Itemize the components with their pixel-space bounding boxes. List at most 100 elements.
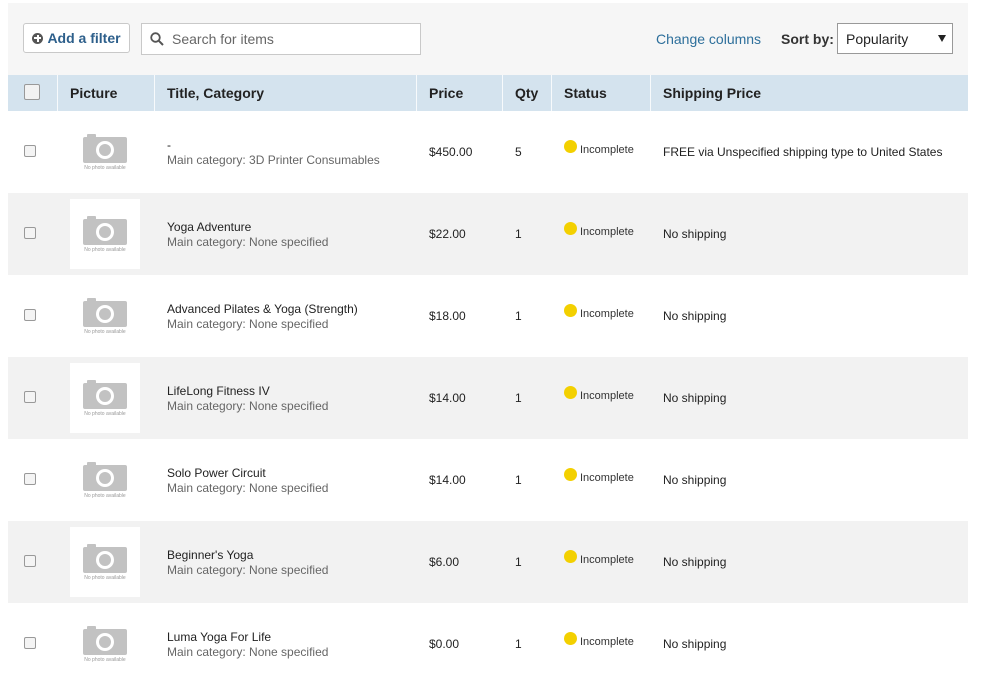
table-row[interactable]: No photo available Solo Power Circuit Ma… [8,439,968,521]
item-qty[interactable]: 1 [515,555,522,569]
camera-icon [83,216,127,245]
item-title[interactable]: Solo Power Circuit [167,466,328,481]
column-separator [57,75,58,111]
status-dot-icon [564,550,577,563]
item-title[interactable]: - [167,138,380,153]
status-text: Incomplete [580,471,634,484]
item-qty[interactable]: 1 [515,391,522,405]
sort-select-value: Popularity [846,30,909,47]
row-checkbox[interactable] [24,473,36,485]
item-title[interactable]: Yoga Adventure [167,220,328,235]
item-qty[interactable]: 1 [515,637,522,651]
sort-select[interactable]: Popularity [837,23,953,54]
item-title[interactable]: Luma Yoga For Life [167,630,328,645]
status-text: Incomplete [580,635,634,648]
item-thumbnail[interactable]: No photo available [70,527,140,597]
camera-icon [83,462,127,491]
item-shipping: No shipping [663,555,727,569]
title-cell: Yoga Adventure Main category: None speci… [167,220,328,250]
status-dot-icon [564,304,577,317]
title-cell: LifeLong Fitness IV Main category: None … [167,384,328,414]
search-box[interactable] [141,23,421,55]
status-badge: Incomplete [564,386,634,402]
sort-by-label: Sort by: [781,31,834,47]
row-checkbox[interactable] [24,555,36,567]
no-photo-label: No photo available [84,575,126,581]
row-checkbox[interactable] [24,637,36,649]
status-dot-icon [564,386,577,399]
toolbar: Add a filter Change columns Sort by: Pop… [8,3,968,75]
no-photo-label: No photo available [84,411,126,417]
item-price[interactable]: $14.00 [429,391,466,405]
status-badge: Incomplete [564,140,634,156]
status-text: Incomplete [580,553,634,566]
item-thumbnail[interactable]: No photo available [70,281,140,351]
item-thumbnail[interactable]: No photo available [70,363,140,433]
row-checkbox[interactable] [24,391,36,403]
status-badge: Incomplete [564,632,634,648]
row-checkbox[interactable] [24,227,36,239]
no-photo-label: No photo available [84,657,126,663]
item-price[interactable]: $14.00 [429,473,466,487]
status-text: Incomplete [580,307,634,320]
item-price[interactable]: $450.00 [429,145,472,159]
table-row[interactable]: No photo available - Main category: 3D P… [8,111,968,193]
item-category: Main category: None specified [167,645,329,659]
add-filter-label: Add a filter [47,30,121,46]
item-price[interactable]: $0.00 [429,637,459,651]
item-price[interactable]: $22.00 [429,227,466,241]
no-photo-label: No photo available [84,165,126,171]
item-thumbnail[interactable]: No photo available [70,609,140,679]
status-dot-icon [564,468,577,481]
table-row[interactable]: No photo available Luma Yoga For Life Ma… [8,603,968,685]
item-title[interactable]: Advanced Pilates & Yoga (Strength) [167,302,358,317]
item-thumbnail[interactable]: No photo available [70,199,140,269]
camera-icon [83,544,127,573]
change-columns-link[interactable]: Change columns [656,31,761,47]
column-header-qty[interactable]: Qty [515,75,538,111]
column-separator [502,75,503,111]
column-header-shipping[interactable]: Shipping Price [663,75,761,111]
status-text: Incomplete [580,143,634,156]
item-qty[interactable]: 1 [515,227,522,241]
column-header-price[interactable]: Price [429,75,463,111]
item-shipping: No shipping [663,227,727,241]
no-photo-label: No photo available [84,493,126,499]
camera-icon [83,298,127,327]
camera-icon [83,380,127,409]
table-row[interactable]: No photo available Yoga Adventure Main c… [8,193,968,275]
item-category: Main category: None specified [167,563,329,577]
title-cell: Beginner's Yoga Main category: None spec… [167,548,328,578]
status-dot-icon [564,140,577,153]
item-title[interactable]: Beginner's Yoga [167,548,328,563]
search-icon [142,24,172,54]
status-badge: Incomplete [564,222,634,238]
item-price[interactable]: $18.00 [429,309,466,323]
add-filter-button[interactable]: Add a filter [23,23,130,53]
item-category: Main category: 3D Printer Consumables [167,153,380,167]
row-checkbox[interactable] [24,309,36,321]
item-qty[interactable]: 1 [515,473,522,487]
item-price[interactable]: $6.00 [429,555,459,569]
table-row[interactable]: No photo available Beginner's Yoga Main … [8,521,968,603]
item-title[interactable]: LifeLong Fitness IV [167,384,328,399]
item-thumbnail[interactable]: No photo available [70,117,140,187]
status-dot-icon [564,222,577,235]
item-category: Main category: None specified [167,481,329,495]
status-text: Incomplete [580,389,634,402]
row-checkbox[interactable] [24,145,36,157]
select-all-checkbox[interactable] [24,84,40,100]
item-thumbnail[interactable]: No photo available [70,445,140,515]
item-shipping: FREE via Unspecified shipping type to Un… [663,145,943,159]
item-qty[interactable]: 1 [515,309,522,323]
item-category: Main category: None specified [167,399,329,413]
table-row[interactable]: No photo available LifeLong Fitness IV M… [8,357,968,439]
title-cell: Advanced Pilates & Yoga (Strength) Main … [167,302,358,332]
item-category: Main category: None specified [167,317,329,331]
column-header-status[interactable]: Status [564,75,607,111]
search-input[interactable] [172,31,412,47]
column-separator [154,75,155,111]
item-qty[interactable]: 5 [515,145,522,159]
column-header-title[interactable]: Title, Category [167,75,264,111]
table-row[interactable]: No photo available Advanced Pilates & Yo… [8,275,968,357]
